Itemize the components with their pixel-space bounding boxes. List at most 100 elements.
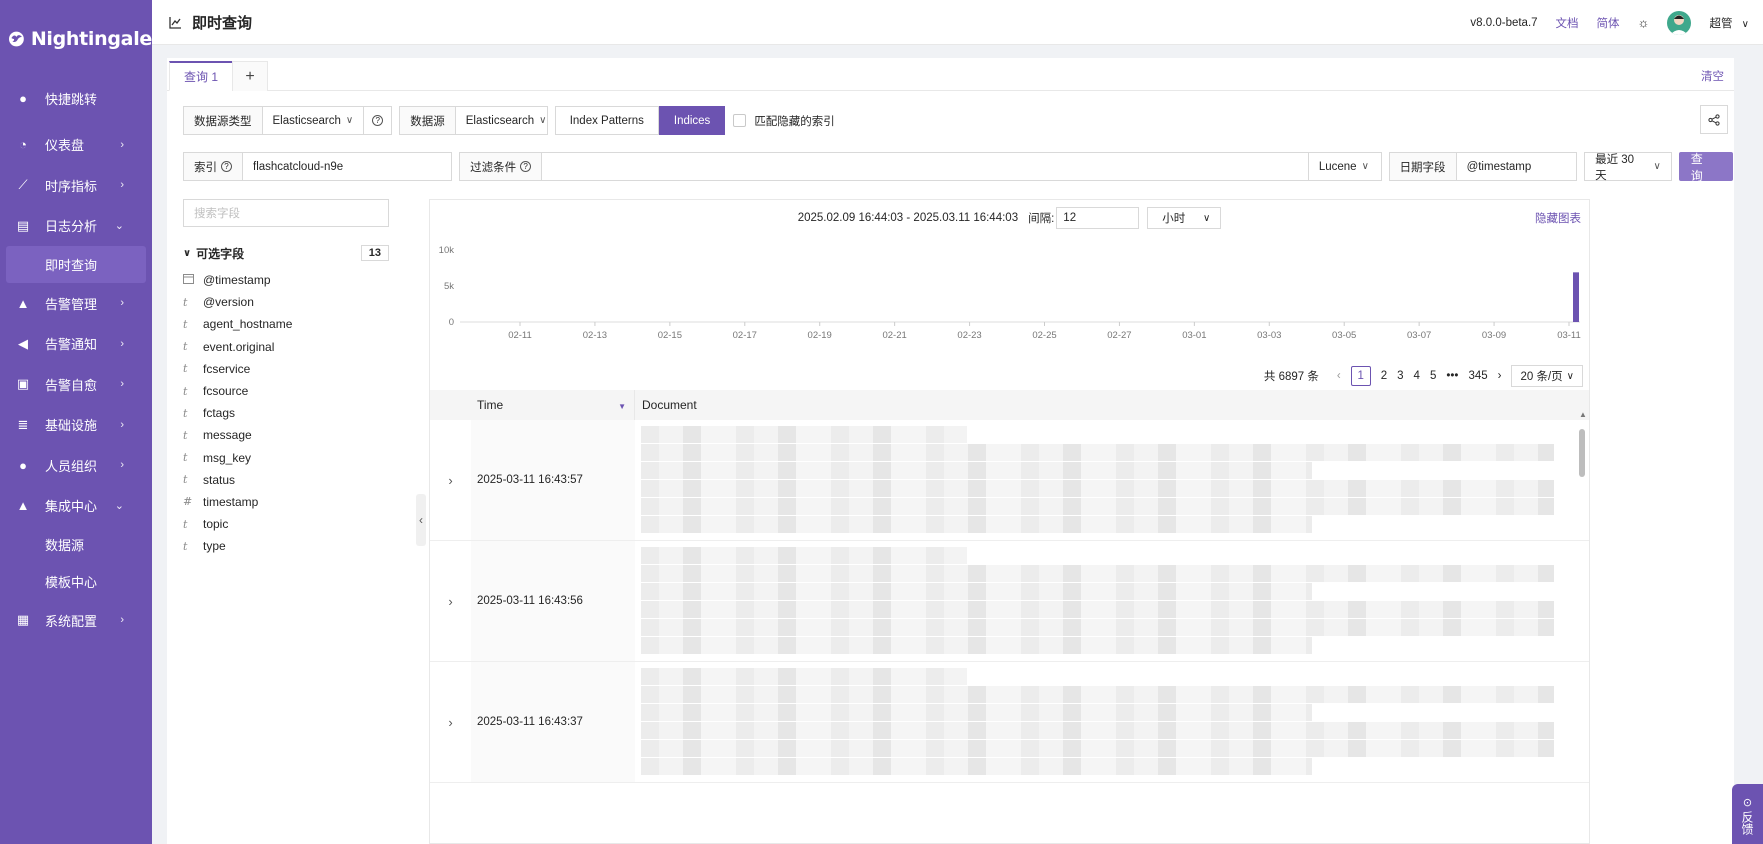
page-number[interactable]: 4	[1414, 370, 1420, 382]
sidebar-item-label: 告警自愈	[45, 377, 98, 393]
index-patterns-toggle[interactable]: Index Patterns	[554, 106, 659, 135]
query-button[interactable]: 查 询	[1678, 152, 1733, 183]
redacted-text-line	[641, 758, 1313, 775]
field-item[interactable]: # timestamp	[183, 491, 389, 513]
scroll-thumb[interactable]	[1579, 429, 1585, 477]
redacted-text-line	[641, 565, 1555, 582]
interval-input[interactable]: 12	[1056, 207, 1140, 229]
add-tab-button[interactable]: +	[232, 61, 268, 91]
redacted-text-line	[641, 668, 968, 685]
field-item[interactable]: t status	[183, 469, 389, 491]
datasource-type-label: 数据源类型	[183, 106, 263, 135]
sidebar-item[interactable]: ≣ 基础设施 ›	[0, 405, 152, 446]
sidebar-subitem[interactable]: 即时查询	[6, 246, 146, 283]
filter-input[interactable]	[542, 152, 1309, 181]
expand-row-icon[interactable]: ›	[430, 420, 471, 540]
field-item[interactable]: t message	[183, 424, 389, 446]
prev-page-icon[interactable]: ‹	[1337, 370, 1341, 382]
line-chart-icon: ⟋	[18, 177, 28, 193]
available-fields-header[interactable]: ∨ 可选字段 13	[183, 243, 389, 263]
page-number[interactable]: 3	[1397, 370, 1403, 382]
sidebar-item[interactable]: ▦ 系统配置 ›	[0, 600, 152, 641]
sidebar-item[interactable]: ⟋ 时序指标 ›	[0, 165, 152, 206]
row-document-blurred	[635, 541, 1589, 661]
sidebar-item[interactable]: ◔ 仪表盘 ›	[0, 125, 152, 166]
page-number[interactable]: 5	[1430, 370, 1436, 382]
expand-row-icon[interactable]: ›	[430, 541, 471, 661]
time-range-picker[interactable]: 最近 30 天 ∨	[1584, 152, 1672, 182]
sidebar-subitem[interactable]: 数据源	[0, 526, 152, 563]
tab-query-1[interactable]: 查询 1	[169, 61, 234, 91]
expand-column-header	[430, 390, 471, 420]
date-field-input[interactable]: @timestamp	[1456, 152, 1578, 181]
help-icon[interactable]: ?	[520, 161, 532, 172]
field-item[interactable]: t agent_hostname	[183, 313, 389, 335]
text-type-icon: t	[183, 362, 188, 376]
field-item[interactable]: t event.original	[183, 336, 389, 358]
interval-unit-select[interactable]: 小时 ∨	[1147, 207, 1222, 229]
sort-desc-icon[interactable]: ▼	[618, 402, 626, 411]
page-ellipsis[interactable]: •••	[1446, 370, 1458, 382]
collapse-panel-button[interactable]: ‹	[416, 494, 426, 546]
index-input[interactable]: flashcatcloud-n9e	[243, 152, 453, 181]
sidebar-item-label: 模板中心	[45, 575, 98, 590]
feedback-button[interactable]: ⊙ 反馈	[1732, 784, 1763, 844]
field-item[interactable]: t fctags	[183, 402, 389, 424]
x-tick-label: 02-25	[1032, 330, 1056, 341]
page-size-select[interactable]: 20 条/页 ∨	[1511, 365, 1583, 387]
sidebar-item[interactable]: ▤ 日志分析 ⌄	[0, 206, 152, 247]
theme-sun-icon[interactable]: ☼	[1638, 15, 1650, 30]
language-switch[interactable]: 简体	[1597, 15, 1620, 31]
sidebar-item[interactable]: ▣ 告警自愈 ›	[0, 364, 152, 405]
row-time: 2025-03-11 16:43:37	[471, 662, 635, 782]
page-number[interactable]: 2	[1381, 370, 1387, 382]
expand-row-icon[interactable]: ›	[430, 662, 471, 782]
time-column-header[interactable]: Time ▼	[471, 390, 635, 420]
help-icon[interactable]: ?	[364, 106, 393, 135]
page-number[interactable]: 1	[1350, 366, 1371, 386]
indices-toggle[interactable]: Indices	[658, 106, 726, 135]
hide-chart-link[interactable]: 隐藏图表	[1535, 210, 1581, 226]
x-tick-label: 03-11	[1557, 330, 1581, 341]
datasource-type-select[interactable]: Elasticsearch ∨	[262, 106, 365, 135]
sidebar-item[interactable]: ▲ 集成中心 ⌄	[0, 486, 152, 527]
field-item[interactable]: t @version	[183, 291, 389, 313]
filter-label-text: 过滤条件	[470, 161, 517, 174]
page-number[interactable]: 345	[1468, 370, 1487, 382]
sidebar-item[interactable]: ● 快捷跳转	[0, 78, 152, 119]
field-item[interactable]: t fcservice	[183, 358, 389, 380]
sidebar-item[interactable]: ● 人员组织 ›	[0, 445, 152, 486]
datasource-select[interactable]: Elasticsearch ∨	[455, 106, 548, 135]
syntax-select[interactable]: Lucene ∨	[1308, 152, 1382, 181]
logo[interactable]: Nightingale	[0, 0, 152, 78]
settings-grid-icon: ▦	[16, 612, 30, 628]
row-time: 2025-03-11 16:43:56	[471, 541, 635, 661]
user-menu[interactable]: 超管 ∨	[1709, 15, 1749, 31]
docs-link[interactable]: 文档	[1556, 15, 1579, 31]
y-tick-label: 5k	[444, 281, 454, 292]
avatar[interactable]	[1667, 10, 1692, 35]
help-icon[interactable]: ?	[221, 161, 232, 172]
redacted-text-line	[641, 619, 1555, 636]
match-hidden-checkbox[interactable]	[733, 114, 747, 127]
field-item[interactable]: t type	[183, 535, 389, 557]
sidebar-subitem[interactable]: 模板中心	[0, 563, 152, 600]
field-name: status	[203, 472, 236, 487]
chevron-right-icon: ›	[120, 297, 124, 310]
sidebar-item[interactable]: ▲ 告警管理 ›	[0, 283, 152, 324]
share-button[interactable]	[1700, 105, 1728, 134]
x-tick-label: 02-15	[658, 330, 682, 341]
scroll-up-icon[interactable]: ▲	[1579, 410, 1587, 419]
next-page-icon[interactable]: ›	[1498, 370, 1502, 382]
field-item[interactable]: @timestamp	[183, 269, 389, 291]
query-tabs: 查询 1 + 清空	[167, 58, 1734, 91]
field-item[interactable]: t topic	[183, 513, 389, 535]
field-item[interactable]: t msg_key	[183, 447, 389, 469]
version-label: v8.0.0-beta.7	[1470, 16, 1538, 29]
dashboard-icon: ◔	[19, 137, 27, 153]
clear-button[interactable]: 清空	[1701, 68, 1724, 84]
sidebar-item[interactable]: ◀ 告警通知 ›	[0, 324, 152, 365]
field-search-input[interactable]: 搜索字段	[183, 199, 389, 227]
field-item[interactable]: t fcsource	[183, 380, 389, 402]
table-scrollbar[interactable]: ▲	[1579, 410, 1587, 840]
